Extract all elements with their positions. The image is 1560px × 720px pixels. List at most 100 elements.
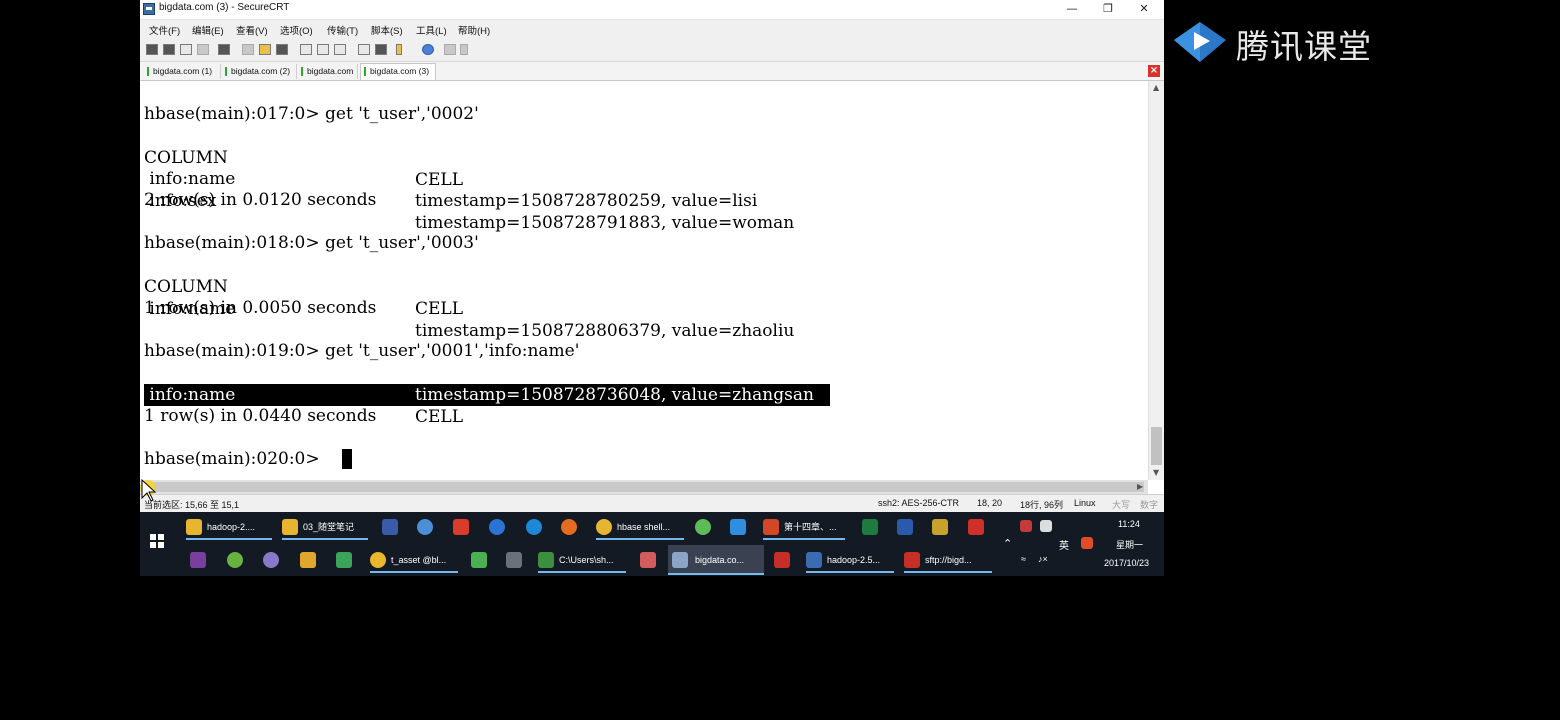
scroll-down-icon[interactable]: ▼ (1153, 468, 1159, 477)
logo-text: 腾讯课堂 (1236, 27, 1372, 66)
powerpoint-icon (763, 519, 779, 535)
close-tab-icon[interactable]: × (1148, 65, 1160, 77)
log-icon[interactable] (334, 44, 346, 55)
taskbar-folder-hadoop[interactable]: hadoop-2.... (186, 514, 272, 540)
excel-icon[interactable] (862, 519, 878, 535)
sftp-icon[interactable] (444, 44, 456, 55)
tray-chevron-up-icon[interactable]: ⌃ (1003, 537, 1012, 550)
app-icon[interactable] (489, 519, 505, 535)
menu-tools[interactable]: 工具(L) (416, 23, 447, 37)
pycharm-icon[interactable] (471, 552, 487, 568)
selected-terminal-line[interactable]: info:name timestamp=1508728736048, value… (144, 384, 830, 406)
clock-date[interactable]: 2017/10/23 (1104, 558, 1149, 568)
start-button[interactable] (150, 534, 164, 548)
tab-bigdata-1[interactable]: bigdata.com (1) (144, 64, 221, 79)
folder-icon (186, 519, 202, 535)
java-icon[interactable] (453, 519, 469, 535)
print-icon[interactable] (300, 44, 312, 55)
app-icon[interactable] (932, 519, 948, 535)
app-icon[interactable] (640, 552, 656, 568)
play-logo-icon (1174, 22, 1226, 62)
wifi-icon[interactable]: ≈ (1021, 554, 1026, 564)
reconnect-icon[interactable] (197, 44, 209, 55)
connect-tab-icon[interactable] (180, 44, 192, 55)
session-options-icon[interactable] (358, 44, 370, 55)
tab-bigdata[interactable]: bigdata.com (298, 64, 358, 79)
taskbar-sftp[interactable]: sftp://bigd... (904, 547, 992, 573)
taskbar-folder-notes[interactable]: 03_随堂笔记 (282, 514, 368, 540)
app-icon[interactable] (968, 519, 984, 535)
app-icon[interactable] (227, 552, 243, 568)
terminal-output[interactable]: hbase(main):017:0> get 't_user','0002' C… (140, 81, 1148, 480)
connect-icon[interactable] (146, 44, 158, 55)
terminal-type: Linux (1074, 498, 1096, 508)
app-icon[interactable] (417, 519, 433, 535)
menu-script[interactable]: 脚本(S) (371, 23, 403, 37)
app-icon[interactable] (300, 552, 316, 568)
scroll-right-icon[interactable]: ▶ (1137, 482, 1143, 491)
taskbar-navicat[interactable]: t_asset @bl... (370, 547, 458, 573)
print-setup-icon[interactable] (317, 44, 329, 55)
menu-file[interactable]: 文件(F) (149, 23, 180, 37)
horizontal-scrollbar[interactable]: ▶ (140, 480, 1148, 494)
terminal-line: hbase(main):019:0> get 't_user','0001','… (144, 341, 580, 361)
menu-transfer[interactable]: 传输(T) (327, 23, 358, 37)
eclipse-icon[interactable] (263, 552, 279, 568)
menu-edit[interactable]: 编辑(E) (192, 23, 224, 37)
taskbar-axure[interactable] (190, 547, 208, 573)
title-bar[interactable]: bigdata.com (3) - SecureCRT — ❐ ✕ (140, 0, 1164, 20)
minimize-button[interactable]: — (1054, 0, 1090, 19)
find-icon[interactable] (276, 44, 288, 55)
tencent-classroom-logo: 腾讯课堂 (1170, 18, 1390, 68)
clock-time[interactable]: 11:24 (1118, 519, 1140, 529)
toolbar-more-icon[interactable] (460, 44, 468, 55)
folder-icon (282, 519, 298, 535)
vertical-scrollbar[interactable]: ▲ ▼ (1148, 81, 1164, 480)
global-options-icon[interactable] (375, 44, 387, 55)
sogou-icon[interactable] (1081, 537, 1093, 549)
terminal-line: COLUMN CELL (144, 362, 1044, 427)
firefox-icon[interactable] (561, 519, 577, 535)
app-icon[interactable] (695, 519, 711, 535)
terminal-line: 2 row(s) in 0.0120 seconds (144, 190, 377, 210)
taskbar-chrome-hbase[interactable]: hbase shell... (596, 514, 684, 540)
terminal-size: 18行, 96列 (1020, 500, 1064, 510)
taskbar-securecrt[interactable]: bigdata.co... (668, 545, 764, 575)
terminal-line: info:name timestamp=1508728780259, value… (144, 146, 1044, 211)
taskbar-cmd[interactable]: C:\Users\sh... (538, 547, 626, 573)
ime-indicator[interactable]: 英 (1059, 537, 1069, 552)
app-icon[interactable] (382, 519, 398, 535)
horizontal-scroll-thumb[interactable] (154, 482, 1144, 492)
close-button[interactable]: ✕ (1126, 0, 1162, 19)
clock-weekday[interactable]: 星期一 (1116, 538, 1143, 551)
menu-view[interactable]: 查看(V) (236, 23, 268, 37)
terminal-line: COLUMN CELL (144, 125, 1044, 190)
ie-icon[interactable] (526, 519, 542, 535)
quick-connect-icon[interactable] (163, 44, 175, 55)
terminal-prompt: hbase(main):020:0> (144, 449, 326, 469)
help-icon[interactable] (422, 44, 434, 55)
disconnect-icon[interactable] (218, 44, 230, 55)
tab-bigdata-3[interactable]: bigdata.com (3) (360, 63, 436, 80)
intellij-icon[interactable] (506, 552, 522, 568)
taskbar-powerpoint[interactable]: 第十四章、... (763, 514, 845, 540)
word-icon[interactable] (897, 519, 913, 535)
app-icon[interactable] (336, 552, 352, 568)
copy-icon[interactable] (242, 44, 254, 55)
tab-bigdata-2[interactable]: bigdata.com (2) (222, 64, 297, 79)
menu-help[interactable]: 帮助(H) (458, 23, 490, 37)
taskbar-hadoop-folder[interactable]: hadoop-2.5... (806, 547, 894, 573)
app-icon[interactable] (730, 519, 746, 535)
caps-lock-status: 大写 (1112, 500, 1131, 510)
tray-app-icon[interactable] (1020, 520, 1032, 532)
cursor-position: 18, 20 (977, 498, 1003, 508)
volume-muted-icon[interactable]: ♪× (1038, 554, 1048, 564)
key-icon[interactable] (396, 44, 402, 55)
tray-battery-icon[interactable] (1040, 520, 1052, 532)
restore-button[interactable]: ❐ (1090, 0, 1126, 19)
menu-options[interactable]: 选项(O) (280, 23, 313, 37)
vertical-scroll-thumb[interactable] (1151, 427, 1162, 465)
paste-icon[interactable] (259, 44, 271, 55)
scroll-up-icon[interactable]: ▲ (1153, 83, 1159, 92)
filezilla-icon[interactable] (774, 552, 790, 568)
